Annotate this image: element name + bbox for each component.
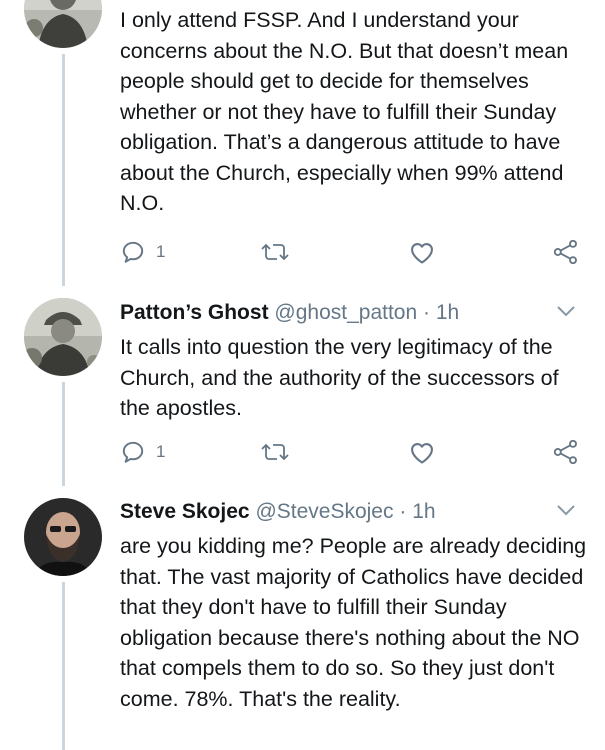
reply-button[interactable]: 1 — [120, 237, 165, 267]
retweet-icon — [261, 443, 289, 461]
separator: · — [399, 500, 407, 523]
reply-icon — [122, 441, 144, 463]
retweet-icon — [261, 243, 289, 261]
tweet-header: Patton’s Ghost @ghost_patton · 1h — [120, 298, 459, 328]
separator: · — [423, 301, 431, 324]
tweet-text: are you kidding me? People are already d… — [120, 534, 587, 711]
like-button[interactable] — [408, 437, 436, 467]
thread-line — [62, 582, 65, 750]
reply-button[interactable]: 1 — [120, 437, 165, 467]
tweet-text: It calls into question the very legitima… — [120, 335, 559, 420]
retweet-button[interactable] — [260, 437, 290, 467]
avatar-patton[interactable] — [24, 298, 102, 376]
share-button[interactable] — [552, 237, 580, 267]
heart-icon — [411, 443, 433, 464]
reply-count: 1 — [156, 242, 166, 261]
chevron-down-icon[interactable] — [556, 305, 576, 317]
display-name[interactable]: Patton’s Ghost — [120, 301, 269, 324]
tweet-actions: 1 — [120, 237, 590, 267]
user-handle[interactable]: @SteveSkojec — [255, 500, 393, 523]
heart-icon — [411, 243, 433, 264]
tweet-actions: 1 — [120, 437, 590, 467]
like-button[interactable] — [408, 237, 436, 267]
share-button[interactable] — [552, 437, 580, 467]
thread-line — [62, 382, 65, 486]
share-icon — [553, 439, 577, 465]
chevron-down-icon[interactable] — [556, 504, 576, 516]
share-icon — [553, 239, 577, 265]
avatar-skojec[interactable] — [24, 498, 102, 576]
reply-count: 1 — [156, 442, 166, 461]
display-name[interactable]: Steve Skojec — [120, 500, 250, 523]
tweet-text: I only attend FSSP. And I understand you… — [120, 8, 569, 215]
retweet-button[interactable] — [260, 237, 290, 267]
timestamp[interactable]: 1h — [412, 500, 435, 523]
thread-line — [62, 54, 65, 286]
reply-icon — [122, 241, 144, 263]
user-handle[interactable]: @ghost_patton — [274, 301, 417, 324]
avatar-soldier[interactable] — [24, 0, 102, 48]
timestamp[interactable]: 1h — [436, 301, 459, 324]
tweet-header: Steve Skojec @SteveSkojec · 1h — [120, 497, 436, 527]
